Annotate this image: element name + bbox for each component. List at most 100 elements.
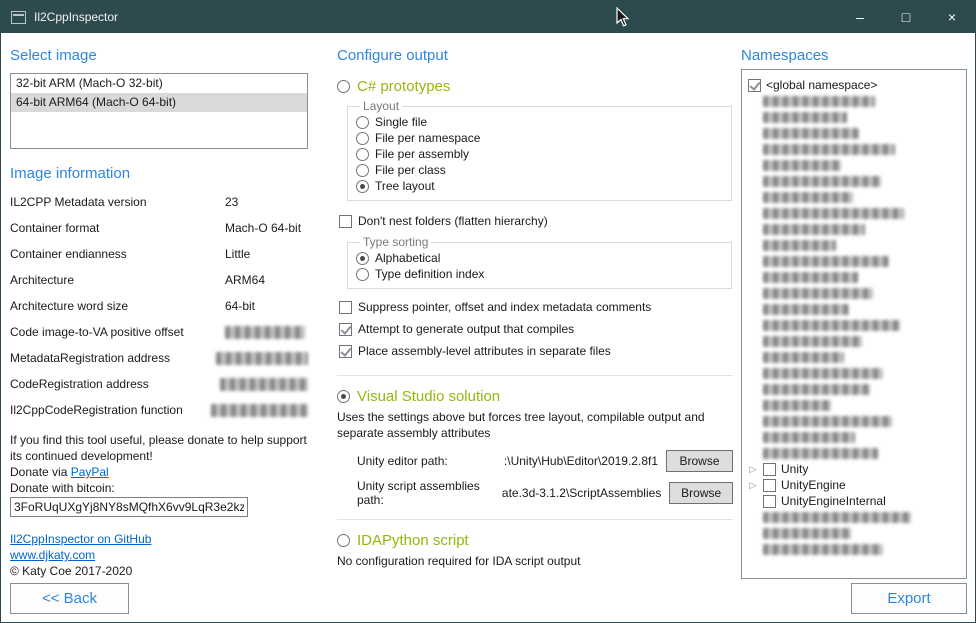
website-link[interactable]: www.djkaty.com xyxy=(10,548,95,562)
minimize-button[interactable]: – xyxy=(837,1,883,33)
maximize-button[interactable]: □ xyxy=(883,1,929,33)
radio-option[interactable]: File per namespace xyxy=(356,130,723,146)
bitcoin-address-input[interactable] xyxy=(10,497,248,517)
radio-option[interactable]: Single file xyxy=(356,114,723,130)
radio-label: File per assembly xyxy=(375,147,469,161)
namespace-label: UnityEngineInternal xyxy=(781,494,886,508)
redacted-namespace xyxy=(763,544,883,555)
browse-editor-button[interactable]: Browse xyxy=(666,450,733,472)
redacted-namespace xyxy=(763,272,858,283)
redacted-namespace xyxy=(763,432,855,443)
namespace-row-redacted[interactable] xyxy=(763,157,960,173)
namespace-row-redacted[interactable] xyxy=(763,237,960,253)
info-row: Container formatMach-O 64-bit xyxy=(10,221,308,247)
namespace-row-redacted[interactable] xyxy=(763,445,960,461)
back-button[interactable]: << Back xyxy=(10,583,129,614)
section-divider xyxy=(337,519,733,520)
expander-icon[interactable]: ▷ xyxy=(748,461,758,477)
namespace-row-redacted[interactable] xyxy=(763,93,960,109)
namespace-row-redacted[interactable] xyxy=(763,429,960,445)
unity-editor-path-label: Unity editor path: xyxy=(357,454,448,468)
radio-label: Type definition index xyxy=(375,267,484,281)
browse-assemblies-button[interactable]: Browse xyxy=(669,482,733,504)
close-button[interactable]: × xyxy=(929,1,975,33)
close-icon: × xyxy=(948,9,956,25)
redacted-value xyxy=(225,326,305,339)
namespace-row-redacted[interactable] xyxy=(763,349,960,365)
namespace-checkbox[interactable] xyxy=(748,79,761,92)
image-list-item[interactable]: 32-bit ARM (Mach-O 32-bit) xyxy=(11,74,307,93)
namespace-row-redacted[interactable] xyxy=(763,173,960,189)
radio-icon xyxy=(356,252,369,265)
redacted-namespace xyxy=(763,288,873,299)
namespace-row-redacted[interactable] xyxy=(763,333,960,349)
info-row: IL2CPP Metadata version23 xyxy=(10,195,308,221)
namespace-row-redacted[interactable] xyxy=(763,413,960,429)
namespace-row-redacted[interactable] xyxy=(763,509,960,525)
idapython-description: No configuration required for IDA script… xyxy=(337,553,733,569)
namespace-row-redacted[interactable] xyxy=(763,541,960,557)
visual-studio-radio[interactable]: Visual Studio solution xyxy=(337,388,733,405)
namespace-row-redacted[interactable] xyxy=(763,141,960,157)
checkbox-option[interactable]: Don't nest folders (flatten hierarchy) xyxy=(339,213,733,229)
idapython-radio[interactable]: IDAPython script xyxy=(337,532,733,549)
redacted-namespace xyxy=(763,96,875,107)
checkbox-option[interactable]: Suppress pointer, offset and index metad… xyxy=(339,299,733,315)
namespace-row-redacted[interactable] xyxy=(763,269,960,285)
namespace-row[interactable]: UnityEngineInternal xyxy=(748,493,960,509)
export-button[interactable]: Export xyxy=(851,583,967,614)
checkbox-option[interactable]: Attempt to generate output that compiles xyxy=(339,321,733,337)
radio-option[interactable]: File per assembly xyxy=(356,146,723,162)
namespace-row-redacted[interactable] xyxy=(763,285,960,301)
namespace-row-redacted[interactable] xyxy=(763,301,960,317)
radio-option[interactable]: Type definition index xyxy=(356,266,723,282)
namespace-row-redacted[interactable] xyxy=(763,381,960,397)
radio-option[interactable]: File per class xyxy=(356,162,723,178)
info-label: CodeRegistration address xyxy=(10,377,220,391)
namespace-row-redacted[interactable] xyxy=(763,189,960,205)
info-value: ARM64 xyxy=(225,273,308,287)
configure-output-heading: Configure output xyxy=(337,46,733,66)
namespace-row[interactable]: ▷UnityEngine xyxy=(748,477,960,493)
namespace-row[interactable]: ▷ Unity xyxy=(748,461,960,477)
expander-icon[interactable]: ▷ xyxy=(748,477,758,493)
output-option-checkboxes: Suppress pointer, offset and index metad… xyxy=(339,299,733,359)
namespace-row-redacted[interactable] xyxy=(763,109,960,125)
script-assemblies-path-row: Unity script assemblies path: ate.3d-3.1… xyxy=(357,481,733,505)
namespace-row-redacted[interactable] xyxy=(763,397,960,413)
namespace-row-redacted[interactable] xyxy=(763,253,960,269)
namespace-row-redacted[interactable] xyxy=(763,221,960,237)
namespace-checkbox[interactable] xyxy=(763,479,776,492)
namespace-row-redacted[interactable] xyxy=(763,205,960,221)
namespace-row-redacted[interactable] xyxy=(763,365,960,381)
csharp-prototypes-radio[interactable]: C# prototypes xyxy=(337,78,733,95)
redacted-namespace xyxy=(763,528,851,539)
checkbox-option[interactable]: Place assembly-level attributes in separ… xyxy=(339,343,733,359)
namespace-row-redacted[interactable] xyxy=(763,317,960,333)
minimize-icon: – xyxy=(856,9,864,25)
namespace-list[interactable]: <global namespace> ▷ Unity▷UnityEngineUnit… xyxy=(741,69,967,579)
info-value: Mach-O 64-bit xyxy=(225,221,308,235)
info-row: Container endiannessLittle xyxy=(10,247,308,273)
github-link[interactable]: Il2CppInspector on GitHub xyxy=(10,532,151,546)
namespace-row[interactable]: <global namespace> xyxy=(748,77,960,93)
image-listbox[interactable]: 32-bit ARM (Mach-O 32-bit)64-bit ARM64 (… xyxy=(10,73,308,149)
redacted-namespace xyxy=(763,192,853,203)
radio-option[interactable]: Tree layout xyxy=(356,178,723,194)
redacted-value xyxy=(211,404,308,417)
select-image-section: Select image 32-bit ARM (Mach-O 32-bit)6… xyxy=(10,46,308,614)
app-icon xyxy=(11,11,26,24)
paypal-link[interactable]: PayPal xyxy=(71,465,109,479)
radio-option[interactable]: Alphabetical xyxy=(356,250,723,266)
namespace-checkbox[interactable] xyxy=(763,495,776,508)
redacted-namespace xyxy=(763,512,911,523)
image-list-item[interactable]: 64-bit ARM64 (Mach-O 64-bit) xyxy=(11,93,307,112)
namespace-row-redacted[interactable] xyxy=(763,125,960,141)
redacted-namespace xyxy=(763,304,849,315)
namespace-row-redacted[interactable] xyxy=(763,525,960,541)
radio-label: File per class xyxy=(375,163,446,177)
radio-icon xyxy=(337,390,350,403)
namespace-checkbox[interactable] xyxy=(763,463,776,476)
namespace-label: Unity xyxy=(781,462,808,476)
radio-icon xyxy=(337,534,350,547)
